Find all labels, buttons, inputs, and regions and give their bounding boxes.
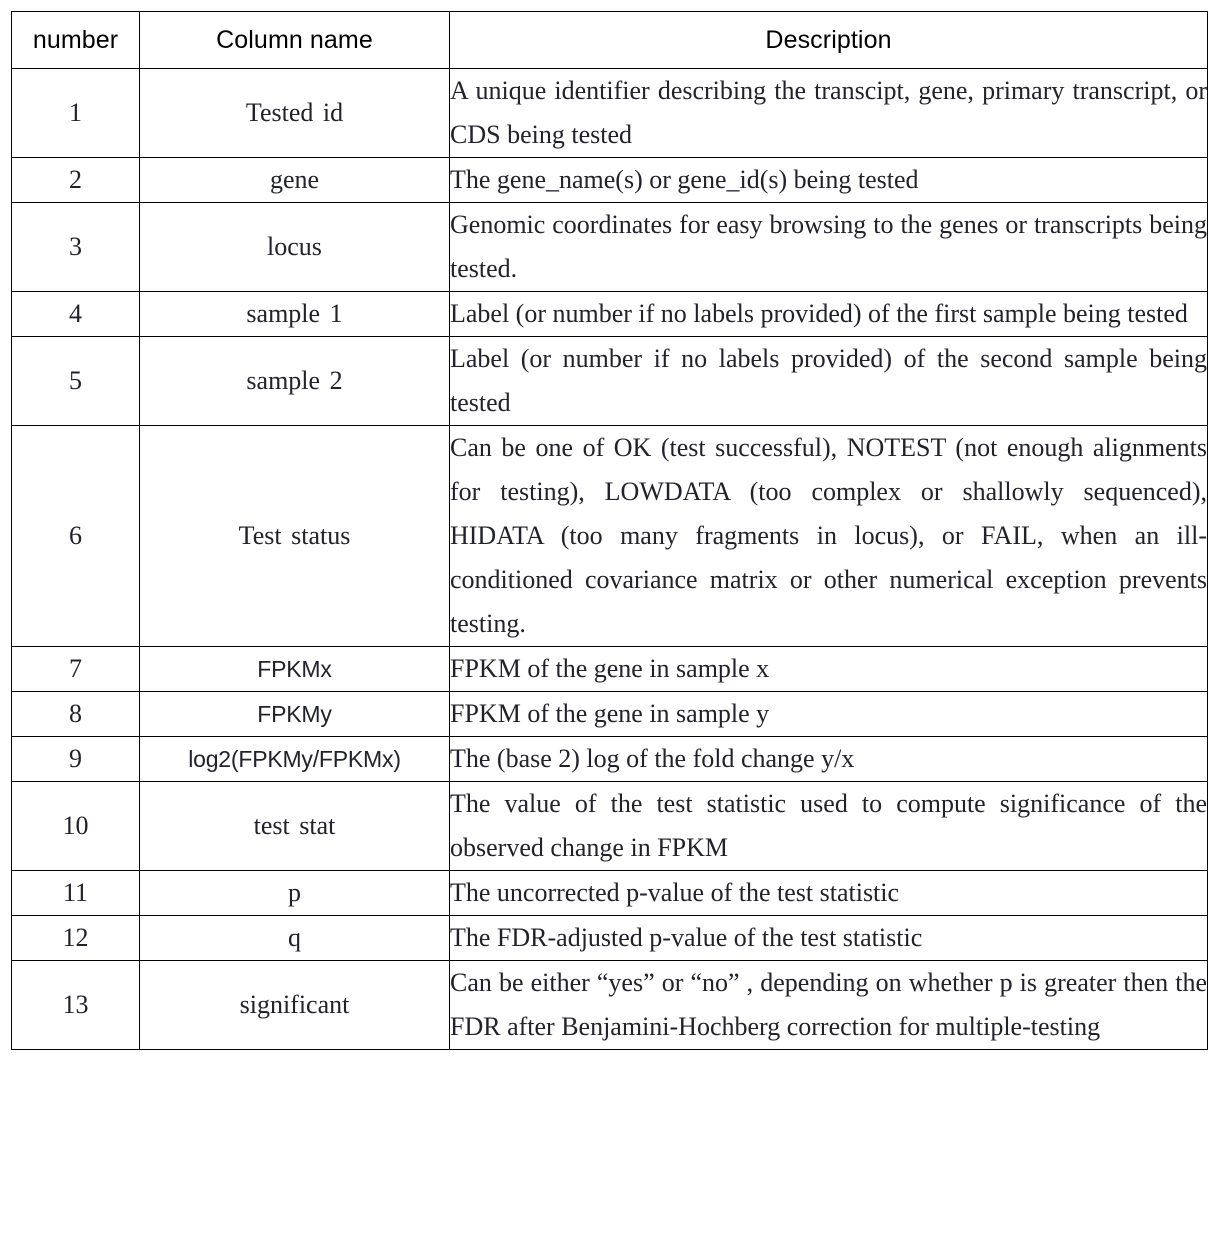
row-number: 7 — [11, 646, 140, 692]
document-page: number Column name Description 1 Tested i… — [0, 0, 1220, 1258]
row-number: 12 — [11, 915, 140, 961]
row-column-name: p — [139, 870, 450, 916]
row-description: Label (or number if no labels provided) … — [449, 291, 1208, 337]
table-row: 7 FPKMx FPKM of the gene in sample x — [11, 646, 1208, 692]
row-number: 2 — [11, 157, 140, 203]
row-column-name: locus — [139, 202, 450, 292]
row-number: 10 — [11, 781, 140, 871]
table-row: 2 gene The gene_name(s) or gene_id(s) bein… — [11, 157, 1208, 203]
row-number: 11 — [11, 870, 140, 916]
row-description: The value of the test statistic used to … — [449, 781, 1208, 871]
table-body: 1 Tested id A unique identifier describing… — [11, 68, 1208, 1050]
row-description: FPKM of the gene in sample y — [449, 691, 1208, 737]
row-column-name: q — [139, 915, 450, 961]
row-number: 13 — [11, 960, 140, 1050]
row-number: 3 — [11, 202, 140, 292]
row-number: 4 — [11, 291, 140, 337]
row-description: Can be either “yes” or “no” , depending … — [449, 960, 1208, 1050]
table-header: number Column name Description — [11, 11, 1208, 69]
header-description: Description — [449, 11, 1208, 69]
row-column-name: Tested id — [139, 68, 450, 158]
row-number: 6 — [11, 425, 140, 647]
row-column-name: significant — [139, 960, 450, 1050]
row-description: The uncorrected p-value of the test stat… — [449, 870, 1208, 916]
table-row: 9 log2(FPKMy/FPKMx) The (base 2) log of th… — [11, 736, 1208, 782]
row-description: The (base 2) log of the fold change y/x — [449, 736, 1208, 782]
header-column-name: Column name — [139, 11, 450, 69]
table-row: 10 test stat The value of the test statist… — [11, 781, 1208, 871]
table-row: 11 p The uncorrected p-value of the test s… — [11, 870, 1208, 916]
row-column-name: gene — [139, 157, 450, 203]
row-column-name: Test status — [139, 425, 450, 647]
row-number: 8 — [11, 691, 140, 737]
row-description: Genomic coordinates for easy browsing to… — [449, 202, 1208, 292]
row-description: The gene_name(s) or gene_id(s) being tes… — [449, 157, 1208, 203]
row-column-name: sample 1 — [139, 291, 450, 337]
row-number: 1 — [11, 68, 140, 158]
row-description: FPKM of the gene in sample x — [449, 646, 1208, 692]
column-description-table: number Column name Description 1 Tested i… — [11, 11, 1208, 1050]
table-row: 1 Tested id A unique identifier describing… — [11, 68, 1208, 158]
header-row: number Column name Description — [11, 11, 1208, 69]
row-number: 9 — [11, 736, 140, 782]
row-column-name: FPKMx — [139, 646, 450, 692]
table-row: 5 sample 2 Label (or number if no labels p… — [11, 336, 1208, 426]
table-row: 8 FPKMy FPKM of the gene in sample y — [11, 691, 1208, 737]
row-column-name: sample 2 — [139, 336, 450, 426]
row-description: Label (or number if no labels provided) … — [449, 336, 1208, 426]
table-row: 12 q The FDR-adjusted p-value of the test … — [11, 915, 1208, 961]
row-number: 5 — [11, 336, 140, 426]
row-column-name: test stat — [139, 781, 450, 871]
row-description: The FDR-adjusted p-value of the test sta… — [449, 915, 1208, 961]
row-column-name: log2(FPKMy/FPKMx) — [139, 736, 450, 782]
row-column-name: FPKMy — [139, 691, 450, 737]
table-row: 3 locus Genomic coordinates for easy brows… — [11, 202, 1208, 292]
table-row: 6 Test status Can be one of OK (test succe… — [11, 425, 1208, 647]
table-row: 13 significant Can be either “yes” or “no”… — [11, 960, 1208, 1050]
row-description: Can be one of OK (test successful), NOTE… — [449, 425, 1208, 647]
header-number: number — [11, 11, 140, 69]
table-row: 4 sample 1 Label (or number if no labels p… — [11, 291, 1208, 337]
row-description: A unique identifier describing the trans… — [449, 68, 1208, 158]
